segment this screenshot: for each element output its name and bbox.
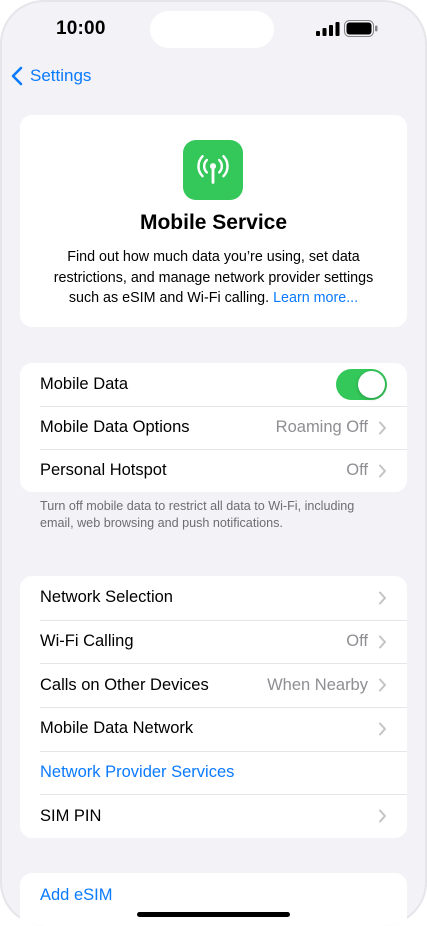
home-indicator[interactable]: [137, 912, 290, 917]
personal-hotspot-row[interactable]: Personal Hotspot Off: [20, 449, 407, 492]
toggle-knob: [358, 371, 385, 398]
mobile-data-network-label: Mobile Data Network: [40, 719, 194, 737]
network-provider-services-row[interactable]: Network Provider Services: [20, 751, 407, 794]
sim-pin-label: SIM PIN: [40, 806, 102, 825]
calls-on-other-devices-row[interactable]: Calls on Other Devices When Nearby: [20, 664, 407, 707]
network-selection-label: Network Selection: [40, 588, 173, 606]
mobile-data-network-row[interactable]: Mobile Data Network: [20, 707, 407, 750]
mobile-data-options-row[interactable]: Mobile Data Options Roaming Off: [20, 406, 407, 449]
chevron-right-icon: [379, 421, 386, 434]
mobile-data-row: Mobile Data: [20, 363, 407, 406]
calls-on-other-devices-label: Calls on Other Devices: [40, 675, 209, 694]
network-provider-services-label: Network Provider Services: [40, 763, 235, 781]
dynamic-island: [150, 11, 274, 48]
chevron-right-icon: [379, 464, 386, 477]
calls-on-other-devices-value: When Nearby: [267, 675, 368, 694]
sim-pin-row[interactable]: SIM PIN: [20, 795, 407, 838]
wifi-calling-label: Wi-Fi Calling: [40, 632, 134, 650]
wifi-calling-row[interactable]: Wi-Fi Calling Off: [20, 620, 407, 663]
battery-icon: [344, 20, 378, 37]
chevron-right-icon: [379, 809, 386, 823]
add-esim-row[interactable]: Add eSIM: [20, 874, 407, 917]
mobile-data-options-label: Mobile Data Options: [40, 418, 190, 436]
status-bar: 10:00: [0, 0, 427, 60]
personal-hotspot-value: Off: [346, 461, 368, 479]
chevron-right-icon: [379, 678, 386, 692]
network-group: Network Selection Wi-Fi Calling Off Call…: [20, 576, 407, 838]
mobile-service-info-card: Mobile Service Find out how much data yo…: [20, 115, 407, 327]
learn-more-link[interactable]: Learn more...: [273, 290, 358, 306]
chevron-right-icon: [379, 591, 386, 604]
mobile-data-group: Mobile Data Mobile Data Options Roaming …: [20, 363, 407, 492]
wifi-calling-value: Off: [346, 632, 368, 650]
chevron-right-icon: [379, 722, 386, 735]
personal-hotspot-label: Personal Hotspot: [40, 461, 167, 479]
esim-group: Add eSIM: [20, 873, 407, 926]
status-time: 10:00: [56, 18, 106, 39]
hero-description: Find out how much data you’re using, set…: [38, 247, 389, 309]
mobile-data-toggle[interactable]: [336, 369, 387, 400]
add-esim-label: Add eSIM: [40, 886, 113, 904]
cellular-signal-icon: [316, 22, 340, 36]
chevron-left-icon: [11, 66, 23, 86]
mobile-data-label: Mobile Data: [40, 375, 129, 393]
antenna-radiowaves-icon: [183, 140, 243, 200]
phone-screen: 10:00 Settings Mobile Service Find out h…: [0, 0, 427, 926]
back-button-label: Settings: [30, 66, 92, 85]
mobile-data-footnote: Turn off mobile data to restrict all dat…: [40, 499, 355, 530]
chevron-right-icon: [379, 635, 386, 648]
back-button[interactable]: Settings: [10, 62, 91, 90]
page-title: Mobile Service: [139, 211, 288, 234]
mobile-data-options-value: Roaming Off: [275, 418, 368, 436]
network-selection-row[interactable]: Network Selection: [20, 576, 407, 619]
